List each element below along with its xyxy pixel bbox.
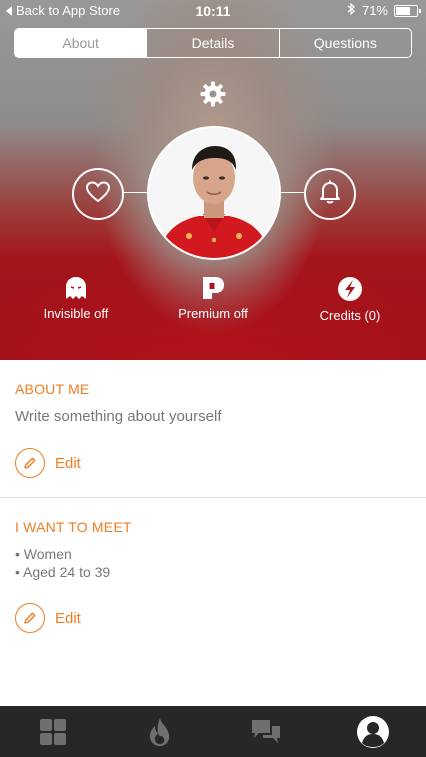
tab-profile[interactable]	[320, 706, 426, 757]
tab-label: About	[62, 35, 99, 51]
premium-p-icon	[203, 277, 224, 299]
ghost-icon	[66, 277, 86, 299]
tab-about[interactable]: About	[15, 29, 147, 57]
edit-want-to-meet-button[interactable]: Edit	[15, 603, 81, 633]
tab-browse[interactable]	[0, 706, 107, 757]
invisible-toggle[interactable]: Invisible off	[16, 276, 136, 321]
tab-hot[interactable]	[107, 706, 214, 757]
tab-label: Questions	[313, 35, 377, 51]
pencil-icon	[15, 603, 45, 633]
credits-label: Credits (0)	[319, 308, 381, 323]
notifications-button[interactable]	[304, 168, 356, 220]
preference-age: • Aged 24 to 39	[15, 564, 111, 580]
pencil-icon	[15, 448, 45, 478]
credits-bolt-icon	[338, 277, 362, 301]
want-to-meet-title: I WANT TO MEET	[15, 519, 132, 535]
tab-label: Details	[191, 35, 235, 51]
invisible-label: Invisible off	[43, 306, 109, 321]
edit-label: Edit	[55, 609, 81, 627]
heart-icon	[85, 180, 111, 209]
grid-icon	[40, 718, 67, 745]
about-me-placeholder[interactable]: Write something about yourself	[15, 408, 222, 425]
profile-icon	[356, 715, 389, 748]
premium-toggle[interactable]: Premium off	[153, 276, 273, 321]
bottom-tab-bar	[0, 706, 426, 757]
credits-button[interactable]: Credits (0)	[290, 276, 410, 323]
gear-icon[interactable]	[199, 80, 227, 108]
connector-line	[122, 192, 148, 193]
battery-percent: 71%	[361, 3, 388, 18]
user-photo[interactable]	[147, 126, 281, 260]
connector-line	[278, 192, 304, 193]
preference-gender: • Women	[15, 546, 72, 562]
section-divider	[0, 497, 426, 498]
profile-tabs: About Details Questions	[14, 28, 412, 58]
tab-questions[interactable]: Questions	[278, 29, 411, 57]
status-right: 71%	[347, 2, 421, 18]
like-button[interactable]	[72, 168, 124, 220]
edit-label: Edit	[55, 454, 81, 472]
status-bar: Back to App Store 10:11 71%	[0, 0, 426, 22]
tab-details[interactable]: Details	[146, 29, 278, 57]
bell-icon	[318, 179, 342, 210]
bluetooth-icon	[347, 2, 356, 18]
chat-icon	[252, 719, 281, 743]
battery-icon	[394, 4, 421, 17]
tab-messages[interactable]	[213, 706, 320, 757]
edit-about-me-button[interactable]: Edit	[15, 448, 81, 478]
flame-icon	[149, 717, 169, 746]
about-me-title: ABOUT ME	[15, 381, 90, 397]
premium-label: Premium off	[178, 306, 248, 321]
